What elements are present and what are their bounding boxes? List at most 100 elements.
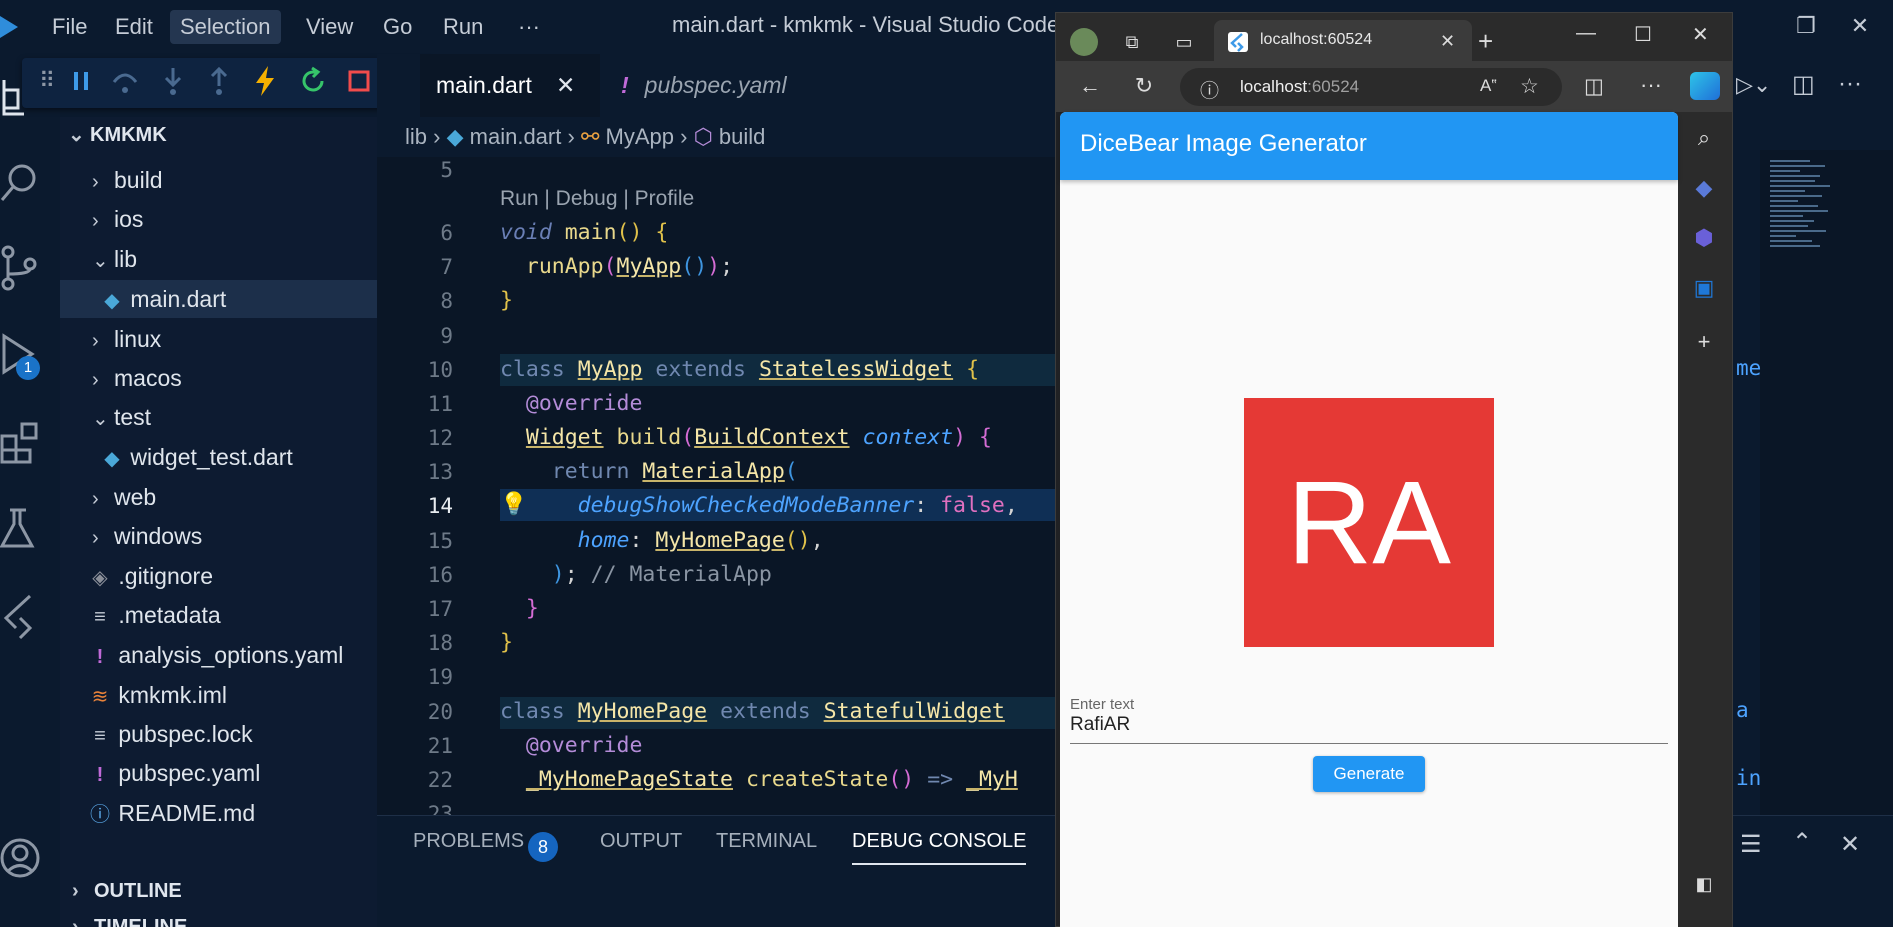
- site-info-icon[interactable]: ⓘ: [1200, 76, 1219, 103]
- hot-reload-icon[interactable]: [248, 64, 282, 98]
- close-browser-icon[interactable]: ✕: [1692, 22, 1709, 47]
- drag-handle-icon[interactable]: ⠿: [30, 64, 64, 98]
- tree-item-lib[interactable]: ⌄ lib: [60, 240, 377, 278]
- restore-icon[interactable]: ❐: [1786, 8, 1826, 44]
- tree-item-build[interactable]: › build: [60, 161, 377, 199]
- tab-pubspec-yaml[interactable]: ! pubspec.yaml: [605, 54, 845, 117]
- restart-icon[interactable]: [296, 64, 330, 98]
- split-editor-icon[interactable]: ◫: [1792, 70, 1815, 99]
- menu-edit[interactable]: Edit: [105, 10, 163, 44]
- step-over-icon[interactable]: [108, 64, 142, 98]
- shopping-tag-icon[interactable]: ◆: [1688, 172, 1720, 204]
- code-line: home: MyHomePage(),: [577, 528, 824, 553]
- more-menu-icon[interactable]: ···: [1640, 72, 1662, 98]
- menu-more[interactable]: ···: [508, 10, 550, 44]
- codelens-run-debug[interactable]: Run | Debug | Profile: [500, 187, 694, 211]
- text-input[interactable]: RafiAR: [1070, 714, 1668, 744]
- new-tab-icon[interactable]: +: [1478, 26, 1493, 57]
- profile-avatar[interactable]: [1070, 28, 1098, 56]
- tree-item-ios[interactable]: › ios: [60, 200, 377, 238]
- menu-run[interactable]: Run: [433, 10, 493, 44]
- split-screen-icon[interactable]: ◫: [1584, 74, 1604, 99]
- tree-item-linux[interactable]: › linux: [60, 320, 377, 358]
- outline-section[interactable]: › OUTLINE: [60, 874, 182, 908]
- search-icon[interactable]: ⌕: [1688, 122, 1720, 154]
- read-aloud-icon[interactable]: A‟: [1480, 76, 1497, 96]
- menu-go[interactable]: Go: [373, 10, 422, 44]
- games-icon[interactable]: ⬢: [1688, 222, 1720, 254]
- tab-output[interactable]: OUTPUT: [600, 830, 682, 853]
- add-sidebar-app-icon[interactable]: +: [1688, 326, 1720, 358]
- search-icon[interactable]: [0, 160, 40, 204]
- source-control-icon[interactable]: [0, 244, 40, 292]
- minimap[interactable]: [1760, 150, 1893, 815]
- account-icon[interactable]: [0, 836, 40, 880]
- tree-item-pubspec-yaml[interactable]: ! pubspec.yaml: [60, 754, 377, 792]
- chevron-right-icon: ›: [72, 880, 79, 902]
- close-panel-icon[interactable]: ✕: [1840, 830, 1860, 859]
- tree-item-analysis-options[interactable]: ! analysis_options.yaml: [60, 636, 377, 674]
- tab-main-dart[interactable]: main.dart ✕: [420, 54, 600, 117]
- tree-item-windows[interactable]: › windows: [60, 517, 377, 555]
- pause-icon[interactable]: [64, 64, 98, 98]
- tree-item-web[interactable]: › web: [60, 478, 377, 516]
- timeline-section[interactable]: › TIMELINE: [60, 910, 187, 927]
- line-number: 10: [427, 358, 453, 382]
- generate-button[interactable]: Generate: [1313, 756, 1425, 792]
- tree-item-label: analysis_options.yaml: [118, 642, 344, 668]
- hide-sidebar-icon[interactable]: ◧: [1688, 868, 1720, 900]
- menu-view[interactable]: View: [296, 10, 363, 44]
- menu-file[interactable]: File: [42, 10, 97, 44]
- minimize-icon[interactable]: —: [1576, 22, 1596, 45]
- copilot-icon[interactable]: [1690, 72, 1720, 100]
- refresh-icon[interactable]: ↻: [1128, 70, 1160, 102]
- tab-debug-console[interactable]: DEBUG CONSOLE: [852, 830, 1027, 865]
- tree-item-main-dart[interactable]: ◆ main.dart: [60, 280, 377, 318]
- breadcrumb-item[interactable]: lib: [405, 124, 427, 149]
- outlook-icon[interactable]: ▣: [1688, 272, 1720, 304]
- code-line: void main() {: [500, 220, 669, 245]
- chevron-right-icon: ›: [680, 124, 694, 149]
- tree-item-metadata[interactable]: ≡ .metadata: [60, 596, 377, 634]
- clear-console-icon[interactable]: ☰: [1740, 830, 1762, 859]
- collections-icon[interactable]: ⧉: [1116, 26, 1148, 58]
- breadcrumb-item[interactable]: MyApp: [606, 124, 674, 149]
- back-icon[interactable]: ←: [1074, 70, 1106, 102]
- tab-terminal[interactable]: TERMINAL: [716, 830, 817, 853]
- maximize-icon[interactable]: ☐: [1634, 22, 1652, 47]
- close-window-icon[interactable]: ✕: [1840, 8, 1880, 44]
- editor-more-icon[interactable]: ···: [1838, 70, 1862, 98]
- tree-item-pubspec-lock[interactable]: ≡ pubspec.lock: [60, 715, 377, 753]
- tree-item-gitignore[interactable]: ◈ .gitignore: [60, 557, 377, 595]
- tree-item-label: kmkmk.iml: [118, 682, 227, 708]
- tree-item-macos[interactable]: › macos: [60, 359, 377, 397]
- maximize-panel-icon[interactable]: ⌃: [1792, 828, 1812, 857]
- explorer-root-folder[interactable]: ⌄ KMKMK: [68, 122, 167, 147]
- tree-item-test[interactable]: ⌄ test: [60, 398, 377, 436]
- address-bar[interactable]: [1180, 68, 1562, 106]
- stop-icon[interactable]: [342, 64, 376, 98]
- flutter-icon[interactable]: [0, 592, 36, 640]
- tree-item-kmkmk-iml[interactable]: ≋ kmkmk.iml: [60, 676, 377, 714]
- step-out-icon[interactable]: [202, 64, 236, 98]
- close-tab-icon[interactable]: ✕: [556, 54, 575, 117]
- timeline-label: TIMELINE: [94, 916, 188, 927]
- close-tab-icon[interactable]: ✕: [1440, 31, 1455, 52]
- menu-selection[interactable]: Selection: [170, 10, 281, 44]
- breadcrumb-item[interactable]: build: [719, 124, 765, 149]
- extensions-icon[interactable]: [0, 420, 40, 464]
- yaml-file-icon: !: [621, 72, 629, 98]
- step-into-icon[interactable]: [156, 64, 190, 98]
- code-line: _MyHomePageState createState() => _MyH: [525, 767, 1018, 792]
- tree-item-readme[interactable]: ⓘ README.md: [60, 794, 377, 832]
- tree-item-label: test: [114, 404, 152, 430]
- tab-actions-icon[interactable]: ▭: [1168, 26, 1200, 58]
- run-dropdown-icon[interactable]: ▷⌄: [1736, 72, 1771, 98]
- tree-item-widget-test[interactable]: ◆ widget_test.dart: [60, 438, 377, 476]
- breadcrumb-item[interactable]: main.dart: [470, 124, 562, 149]
- testing-flask-icon[interactable]: [0, 506, 36, 550]
- favorite-star-icon[interactable]: ☆: [1520, 74, 1539, 99]
- tab-problems[interactable]: PROBLEMS: [413, 830, 524, 853]
- code-line: runApp(MyApp());: [525, 254, 734, 279]
- yaml-file-icon: !: [96, 646, 104, 668]
